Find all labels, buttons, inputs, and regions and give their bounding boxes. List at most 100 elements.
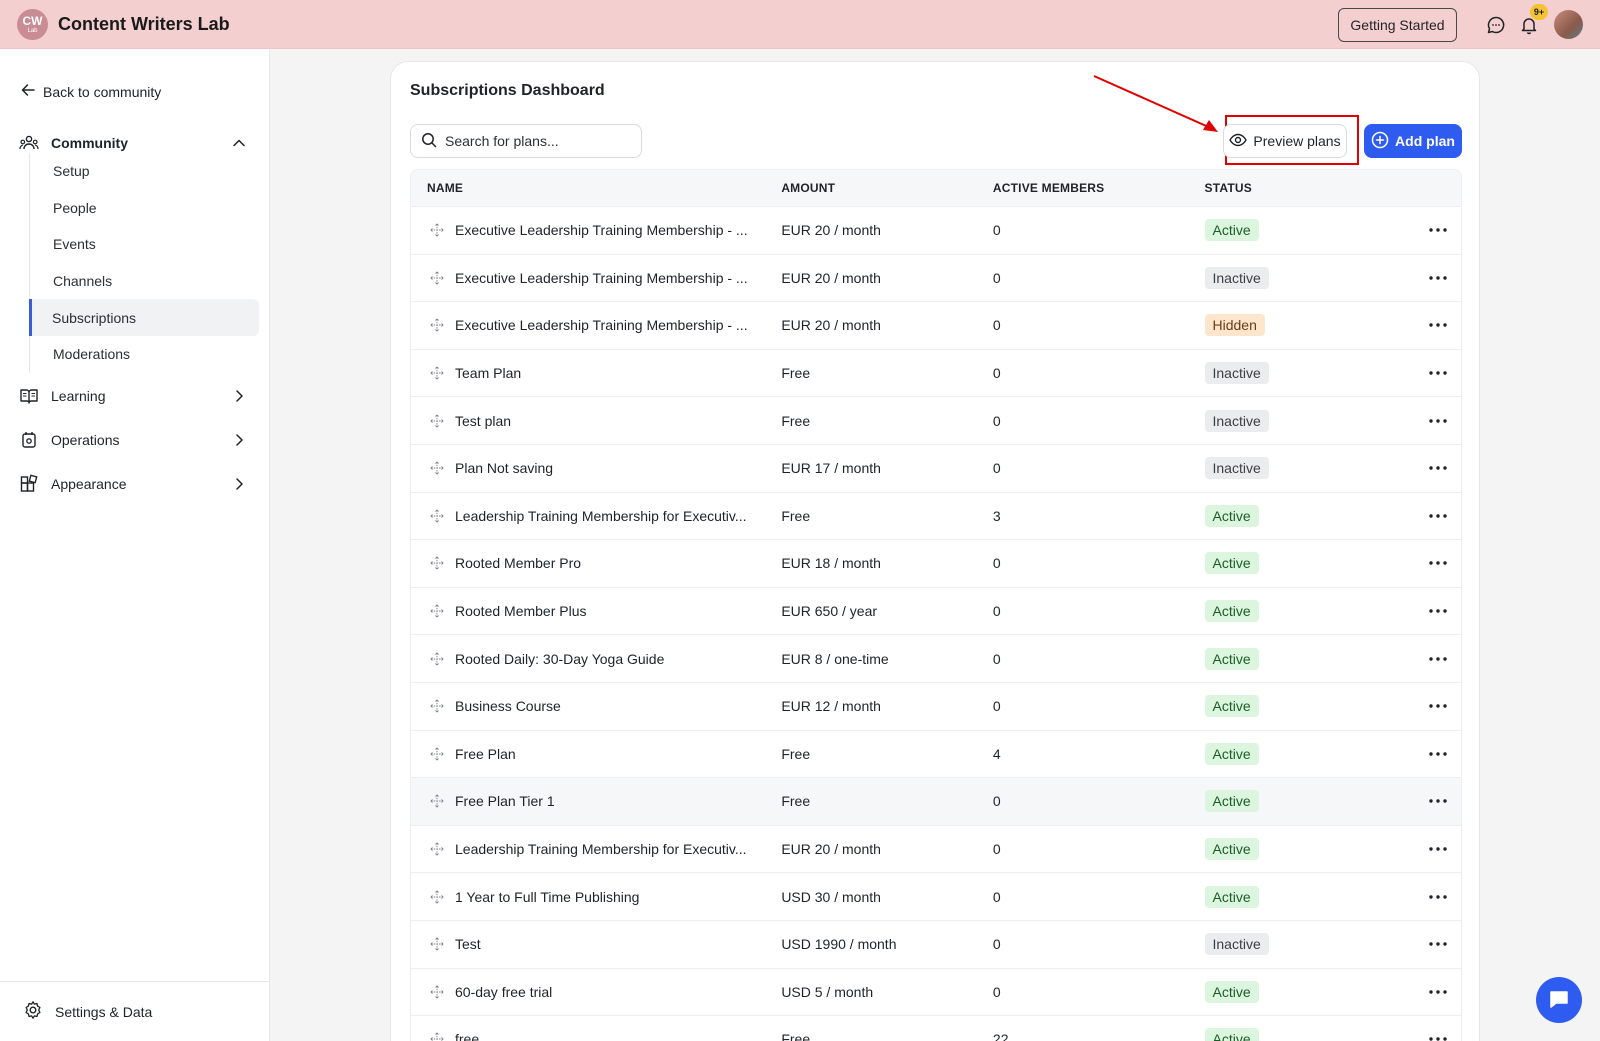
more-options-icon[interactable] [1426, 791, 1450, 811]
sidebar-item-channels[interactable]: Channels [30, 263, 259, 300]
drag-handle-icon[interactable] [429, 317, 445, 333]
chat-icon[interactable] [1484, 13, 1508, 37]
more-options-icon[interactable] [1426, 315, 1450, 335]
column-header-members[interactable]: ACTIVE MEMBERS [993, 181, 1205, 195]
column-header-name[interactable]: NAME [411, 181, 781, 195]
column-header-status[interactable]: STATUS [1205, 181, 1415, 195]
nav-learning[interactable]: Learning [19, 382, 249, 410]
chevron-right-icon[interactable] [229, 386, 249, 406]
table-row[interactable]: Test USD 1990 / month 0 Inactive [410, 920, 1462, 969]
preview-plans-button[interactable]: Preview plans [1223, 124, 1347, 158]
preview-plans-label: Preview plans [1253, 133, 1341, 149]
drag-handle-icon[interactable] [429, 555, 445, 571]
more-options-icon[interactable] [1426, 553, 1450, 573]
drag-handle-icon[interactable] [429, 222, 445, 238]
drag-handle-icon[interactable] [429, 889, 445, 905]
column-header-amount[interactable]: AMOUNT [781, 181, 993, 195]
drag-handle-icon[interactable] [429, 508, 445, 524]
logo-text: CW [22, 14, 43, 28]
app-logo[interactable]: CW Lab [17, 9, 48, 40]
user-avatar[interactable] [1554, 10, 1583, 39]
table-row[interactable]: Rooted Member Pro EUR 18 / month 0 Active [410, 540, 1462, 588]
chevron-up-icon[interactable] [229, 133, 249, 153]
table-row[interactable]: Free Plan Tier 1 Free 0 Active [410, 778, 1462, 826]
search-input[interactable] [445, 133, 635, 149]
sidebar-item-people[interactable]: People [30, 190, 259, 227]
plan-amount: Free [781, 507, 811, 524]
table-row[interactable]: Plan Not saving EUR 17 / month 0 Inactive [410, 444, 1462, 493]
nav-operations[interactable]: Operations [19, 426, 249, 454]
more-options-icon[interactable] [1426, 220, 1450, 240]
plan-active-members: 0 [992, 983, 1001, 1000]
drag-handle-icon[interactable] [429, 651, 445, 667]
more-options-icon[interactable] [1426, 458, 1450, 478]
more-options-icon[interactable] [1426, 696, 1450, 716]
table-row[interactable]: Executive Leadership Training Membership… [410, 207, 1462, 255]
table-row[interactable]: Executive Leadership Training Membership… [410, 302, 1462, 350]
drag-handle-icon[interactable] [429, 746, 445, 762]
more-options-icon[interactable] [1426, 363, 1450, 383]
plans-table: NAME AMOUNT ACTIVE MEMBERS STATUS Execut… [410, 169, 1462, 1041]
table-row[interactable]: Free Plan Free 4 Active [410, 730, 1462, 779]
status-badge: Hidden [1204, 314, 1265, 337]
sidebar-item-setup[interactable]: Setup [30, 153, 259, 190]
nav-appearance[interactable]: Appearance [19, 470, 249, 498]
subscriptions-card: Subscriptions Dashboard Preview plans Ad… [390, 61, 1480, 1041]
table-row[interactable]: Rooted Daily: 30-Day Yoga Guide EUR 8 / o… [410, 635, 1462, 683]
more-options-icon[interactable] [1426, 268, 1450, 288]
drag-handle-icon[interactable] [429, 984, 445, 1000]
drag-handle-icon[interactable] [429, 936, 445, 952]
more-options-icon[interactable] [1426, 411, 1450, 431]
drag-handle-icon[interactable] [429, 841, 445, 857]
more-options-icon[interactable] [1426, 982, 1450, 1002]
plan-name: Plan Not saving [455, 460, 554, 477]
drag-handle-icon[interactable] [429, 793, 445, 809]
support-chat-button[interactable] [1536, 977, 1582, 1023]
table-row[interactable]: free Free 22 Active [410, 1016, 1462, 1041]
search-icon [421, 132, 437, 151]
table-row[interactable]: Leadership Training Membership for Execu… [410, 825, 1462, 874]
status-cell: Inactive [1204, 409, 1415, 432]
nav-appearance-label: Appearance [51, 476, 127, 492]
gear-icon [23, 1000, 43, 1023]
getting-started-button[interactable]: Getting Started [1338, 8, 1457, 42]
table-row[interactable]: Business Course EUR 12 / month 0 Active [410, 682, 1462, 731]
chevron-right-icon[interactable] [229, 430, 249, 450]
more-options-icon[interactable] [1426, 649, 1450, 669]
table-row[interactable]: Executive Leadership Training Membership… [410, 254, 1462, 303]
more-options-icon[interactable] [1426, 506, 1450, 526]
status-cell: Active [1204, 504, 1415, 527]
more-options-icon[interactable] [1426, 744, 1450, 764]
table-row[interactable]: Leadership Training Membership for Execu… [410, 492, 1462, 541]
drag-handle-icon[interactable] [429, 603, 445, 619]
settings-data-link[interactable]: Settings & Data [0, 981, 270, 1041]
drag-handle-icon[interactable] [429, 460, 445, 476]
add-plan-button[interactable]: Add plan [1364, 124, 1462, 158]
status-badge: Active [1204, 1028, 1259, 1041]
search-box[interactable] [410, 124, 642, 158]
drag-handle-icon[interactable] [429, 698, 445, 714]
table-row[interactable]: Team Plan Free 0 Inactive [410, 349, 1462, 398]
table-row[interactable]: Test plan Free 0 Inactive [410, 397, 1462, 445]
more-options-icon[interactable] [1426, 934, 1450, 954]
table-row[interactable]: 60-day free trial USD 5 / month 0 Active [410, 968, 1462, 1017]
more-options-icon[interactable] [1426, 1029, 1450, 1041]
more-options-icon[interactable] [1426, 601, 1450, 621]
drag-handle-icon[interactable] [429, 270, 445, 286]
drag-handle-icon[interactable] [429, 365, 445, 381]
table-row[interactable]: Rooted Member Plus EUR 650 / year 0 Active [410, 587, 1462, 636]
page-title: Subscriptions Dashboard [410, 82, 605, 99]
more-options-icon[interactable] [1426, 887, 1450, 907]
back-to-community-link[interactable]: Back to community [21, 83, 161, 100]
logo-subtext: Lab [27, 28, 38, 34]
table-row[interactable]: 1 Year to Full Time Publishing USD 30 / m… [410, 873, 1462, 921]
sidebar-item-subscriptions[interactable]: Subscriptions [29, 299, 259, 336]
drag-handle-icon[interactable] [429, 413, 445, 429]
drag-handle-icon[interactable] [429, 1031, 445, 1041]
sidebar-item-moderations[interactable]: Moderations [30, 336, 259, 373]
more-options-icon[interactable] [1426, 839, 1450, 859]
chevron-right-icon[interactable] [229, 474, 249, 494]
plan-active-members: 0 [992, 650, 1001, 667]
sidebar-item-events[interactable]: Events [30, 226, 259, 263]
plan-active-members: 3 [992, 507, 1001, 524]
